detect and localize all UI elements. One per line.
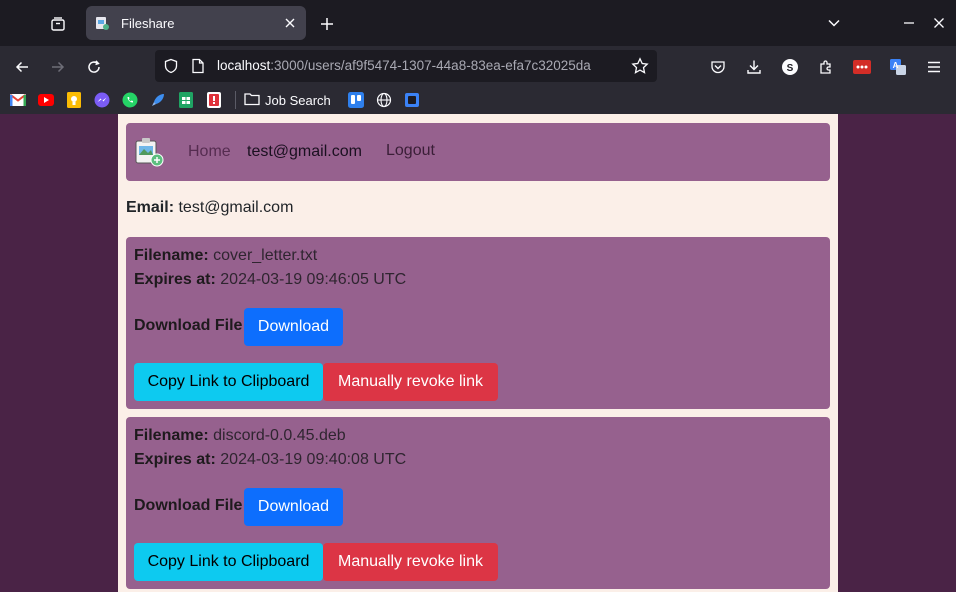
expires-label: Expires at: [134,451,216,468]
rocket-icon[interactable] [150,92,166,108]
url-text[interactable]: localhost:3000/users/af9f5474-1307-44a8-… [217,58,591,73]
download-file-label: Download File: [134,317,248,335]
blue-square-icon[interactable] [404,92,420,108]
translate-icon[interactable]: A [885,54,911,80]
user-email-line: Email: test@gmail.com [126,199,293,217]
chevron-down-icon[interactable] [825,14,843,32]
email-label: Email: [126,199,175,216]
revoke-link-button[interactable]: Manually revoke link [323,363,498,401]
bookmark-folder-job-search[interactable]: Job Search [244,91,331,110]
browser-nav-bar: localhost:3000/users/af9f5474-1307-44a8-… [0,46,956,86]
extensions-puzzle-icon[interactable] [813,54,839,80]
trello-icon[interactable] [348,92,364,108]
messenger-icon[interactable] [94,92,110,108]
bookmark-star-icon[interactable] [631,57,649,79]
content-container: Home test@gmail.com Logout Email: test@g… [118,114,838,592]
shield-icon[interactable] [163,58,179,78]
url-path: :3000/users/af9f5474-1307-44a8-83ea-efa7… [270,58,591,73]
expires-value: 2024-03-19 09:46:05 UTC [220,271,407,288]
download-file-label-text: Download File: [134,317,248,334]
folder-icon [244,91,260,110]
downloads-icon[interactable] [741,54,767,80]
site-navbar: Home test@gmail.com Logout [126,123,830,181]
back-icon[interactable] [9,54,35,80]
globe-icon[interactable] [376,92,392,108]
tab-fileshare[interactable]: Fileshare [86,6,306,40]
page-viewport: Home test@gmail.com Logout Email: test@g… [0,114,956,592]
nav-logout-link[interactable]: Logout [386,142,435,160]
gmail-icon[interactable] [10,92,26,108]
new-tab-icon[interactable] [316,13,338,35]
nav-home-link[interactable]: Home [188,143,231,161]
filename-row: Filename: discord-0.0.45.deb [134,427,346,445]
download-button[interactable]: Download [244,308,343,346]
copy-link-button[interactable]: Copy Link to Clipboard [134,363,323,401]
fileshare-logo-icon[interactable] [134,137,164,167]
page-icon[interactable] [191,58,205,78]
youtube-icon[interactable] [38,92,54,108]
fileshare-favicon-icon [94,15,110,31]
svg-text:A: A [893,61,899,70]
keep-icon[interactable] [66,92,82,108]
download-file-label: Download File: [134,497,248,515]
red-bookmark-icon[interactable] [206,92,222,108]
url-host: localhost [217,58,271,73]
filename-label: Filename: [134,427,209,444]
filename-value: cover_letter.txt [213,247,318,264]
pocket-icon[interactable] [705,54,731,80]
download-button[interactable]: Download [244,488,343,526]
tab-close-icon[interactable] [282,15,298,31]
bookmark-folder-label: Job Search [265,93,331,108]
menu-hamburger-icon[interactable] [921,54,947,80]
close-window-icon[interactable] [930,14,948,32]
bookmarks-toolbar: Job Search [0,86,956,114]
expires-label: Expires at: [134,271,216,288]
tab-title: Fileshare [121,15,175,31]
profile-s-icon[interactable]: S [777,54,803,80]
tab-list-icon[interactable] [44,10,72,38]
sheets-icon[interactable] [178,92,194,108]
expires-value: 2024-03-19 09:40:08 UTC [220,451,407,468]
filename-value: discord-0.0.45.deb [213,427,346,444]
copy-link-button[interactable]: Copy Link to Clipboard [134,543,323,581]
url-bar[interactable]: localhost:3000/users/af9f5474-1307-44a8-… [155,50,657,82]
reload-icon[interactable] [81,54,107,80]
minimize-icon[interactable] [900,14,918,32]
lastpass-icon[interactable] [849,54,875,80]
expires-row: Expires at: 2024-03-19 09:46:05 UTC [134,271,406,289]
download-file-label-text: Download File: [134,497,248,514]
nav-user-link[interactable]: test@gmail.com [247,143,362,161]
bookmark-separator [235,91,236,109]
forward-icon[interactable] [45,54,71,80]
file-card: Filename: discord-0.0.45.deb Expires at:… [126,417,830,589]
whatsapp-icon[interactable] [122,92,138,108]
email-value: test@gmail.com [178,199,294,216]
expires-row: Expires at: 2024-03-19 09:40:08 UTC [134,451,406,469]
revoke-link-button[interactable]: Manually revoke link [323,543,498,581]
filename-label: Filename: [134,247,209,264]
file-card: Filename: cover_letter.txt Expires at: 2… [126,237,830,409]
filename-row: Filename: cover_letter.txt [134,247,317,265]
browser-tab-bar: Fileshare [0,0,956,46]
svg-text:S: S [787,63,794,74]
